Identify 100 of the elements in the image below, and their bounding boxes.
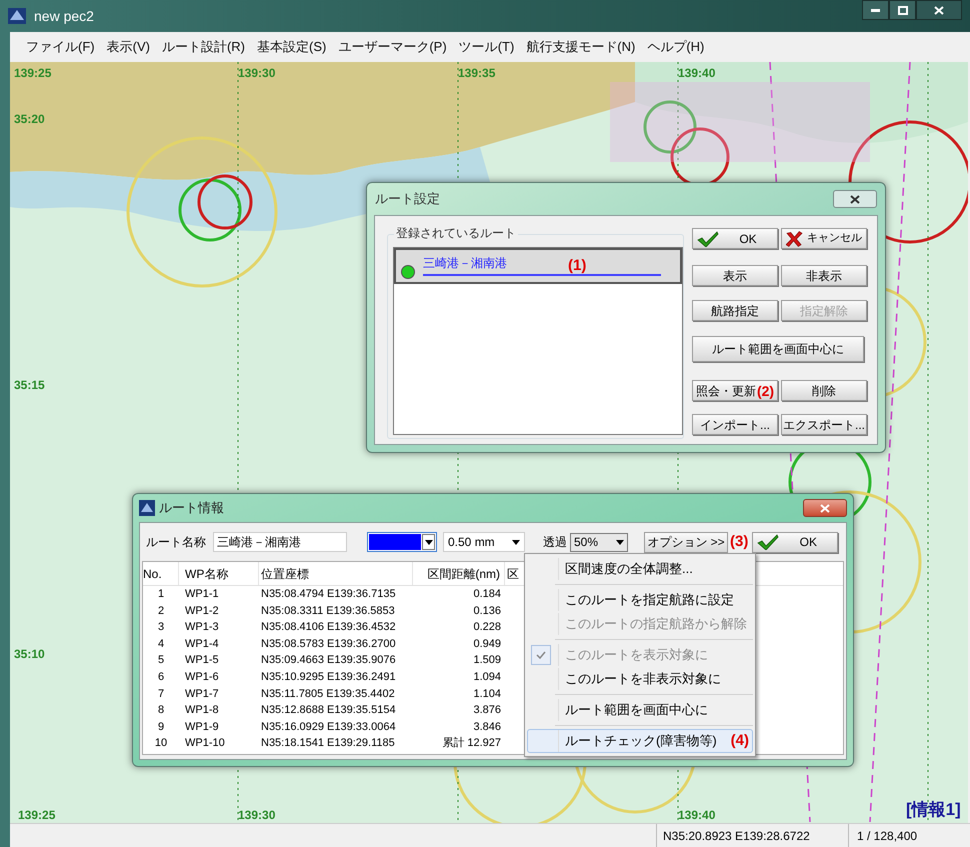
table-cell-text: 0.184 — [472, 587, 502, 602]
column-header[interactable]: No. — [143, 562, 179, 585]
scale-readout: 1 / 128,400 — [848, 824, 958, 847]
menu-item[interactable]: ルートチェック(障害物等) (4) — [527, 729, 753, 753]
minimize-icon — [871, 8, 880, 12]
annotation: (2) — [756, 382, 774, 398]
menu-item-label: 区間速度の全体調整... — [565, 560, 693, 578]
check-icon — [757, 534, 780, 550]
table-cell-text: WP1-4 — [184, 636, 220, 652]
menu-item[interactable]: ファイル(F) — [20, 37, 101, 57]
menu-item[interactable]: 基本設定(S) — [251, 37, 332, 57]
caret-icon — [512, 540, 520, 544]
menu-item[interactable]: 区間速度の全体調整... — [527, 557, 753, 581]
table-cell-text: 3.876 — [472, 703, 502, 718]
table-cell-text: 0.228 — [472, 620, 502, 636]
dialog-button[interactable]: 表示 — [692, 265, 778, 286]
annotation: (4) — [730, 730, 750, 751]
menu-item[interactable]: ツール(T) — [452, 37, 520, 57]
route-name: 三崎港－湘南港 — [423, 255, 507, 272]
dialog-button[interactable]: インポート... — [692, 414, 778, 435]
menu-item[interactable]: このルートを非表示対象に — [527, 667, 753, 691]
grid-label: 35:15 — [14, 377, 45, 394]
menu-item[interactable]: このルートを指定航路に設定 — [527, 588, 753, 612]
table-cell-text: WP1-3 — [184, 620, 220, 636]
table-cell-text: N35:09.4663 E139:35.9076 — [260, 653, 397, 668]
grid-label: 35:10 — [14, 646, 45, 663]
table-cell-text: 2 — [156, 604, 166, 619]
menu-item[interactable]: ルート設計(R) — [156, 37, 251, 57]
dialog-button[interactable]: 航路指定 — [692, 300, 778, 321]
field-label: ルート名称 — [146, 534, 206, 551]
route-name-field[interactable]: 三崎港－湘南港 — [213, 532, 347, 552]
table-cell-text: WP1-7 — [184, 686, 220, 702]
cross-icon — [786, 230, 803, 246]
menu-item[interactable]: ヘルプ(H) — [641, 37, 710, 57]
maximize-icon — [898, 6, 908, 14]
position-readout: N35:20.8923 E139:28.6722 — [656, 824, 848, 847]
dialog-button[interactable]: 削除 — [781, 380, 867, 401]
ok-button[interactable]: OK — [752, 532, 838, 552]
dialog-button[interactable]: 照会・更新(2) — [692, 380, 778, 401]
table-cell-text: WP1-5 — [184, 653, 220, 668]
dialog-title: ルート設定 — [375, 190, 440, 208]
close-icon — [850, 194, 860, 204]
dialog-button[interactable]: ルート範囲を画面中心に — [692, 336, 864, 362]
options-button[interactable]: オプション >> — [644, 532, 728, 552]
route-list-item[interactable]: 三崎港－湘南港 (1) — [394, 248, 682, 284]
table-cell-text: N35:10.9295 E139:36.2491 — [260, 670, 397, 686]
column-header[interactable]: WP名称 — [179, 562, 259, 585]
ok-button[interactable]: OK — [692, 228, 778, 249]
table-cell-text: 9 — [156, 720, 166, 735]
menu-item[interactable]: ルート範囲を画面中心に — [527, 698, 753, 722]
table-cell-text: N35:18.1541 E139:29.1185 — [260, 736, 396, 752]
menu-item-label: このルートを表示対象に — [565, 646, 708, 664]
table-cell-text: 10 — [154, 736, 168, 752]
transparency-dropdown[interactable]: 50% — [570, 532, 628, 552]
table-cell-text: N35:08.5783 E139:36.2700 — [260, 636, 397, 652]
table-cell-text: 1.509 — [472, 653, 502, 668]
grid-label: 139:25 — [14, 65, 52, 82]
close-button[interactable] — [833, 190, 877, 208]
menu-item[interactable]: 航行支援モード(N) — [520, 37, 642, 57]
menu-item-label: このルートを非表示対象に — [565, 670, 721, 688]
grid-label: 139:25 — [18, 807, 56, 823]
table-cell-text: 6 — [156, 670, 166, 686]
close-button[interactable] — [916, 0, 962, 20]
column-header[interactable]: 区間距離(nm) — [413, 562, 505, 585]
route-line-icon — [423, 274, 661, 277]
table-cell-text: N35:08.3311 E139:36.5853 — [260, 604, 396, 619]
table-cell-text: WP1-9 — [184, 720, 220, 735]
close-icon — [820, 504, 830, 512]
table-cell-text: WP1-1 — [184, 587, 220, 602]
column-header[interactable]: 位置座標 — [259, 562, 413, 585]
grid-label: 35:20 — [14, 111, 45, 128]
table-cell-text: 3 — [156, 620, 166, 636]
table-cell-text: 1.104 — [472, 686, 502, 702]
table-cell-text: WP1-8 — [184, 703, 220, 718]
maximize-button[interactable] — [889, 0, 916, 20]
minimize-button[interactable] — [862, 0, 889, 20]
group-label: 登録されているルート — [394, 224, 518, 242]
menu-item[interactable]: ユーザーマーク(P) — [332, 37, 453, 57]
color-dropdown[interactable] — [367, 532, 437, 552]
table-cell-text: N35:11.7805 E139:35.4402 — [260, 686, 396, 702]
close-button[interactable] — [803, 499, 847, 517]
width-dropdown[interactable]: 0.50 mm — [443, 532, 525, 552]
table-cell-text: 5 — [156, 653, 166, 668]
menu-item-label: このルートの指定航路から解除 — [565, 615, 747, 634]
table-cell-text: 1 — [156, 587, 166, 602]
window-title: new pec2 — [34, 6, 94, 26]
table-cell-text: 累計 12.927 — [441, 736, 502, 752]
table-cell-text: N35:16.0929 E139:33.0064 — [260, 720, 397, 735]
color-swatch — [369, 534, 421, 550]
dialog-button[interactable]: 非表示 — [781, 265, 867, 286]
menu-item-label: ルートチェック(障害物等) — [565, 732, 717, 750]
menu-item-label: このルートを指定航路に設定 — [565, 591, 734, 610]
table-cell-text: 0.136 — [472, 604, 502, 619]
app-icon — [139, 500, 155, 516]
caret-icon — [424, 540, 432, 544]
cancel-button[interactable]: キャンセル — [781, 228, 867, 249]
grid-label: 139:35 — [458, 65, 496, 82]
menu-item[interactable]: 表示(V) — [100, 37, 156, 57]
caret-icon — [616, 540, 624, 544]
dialog-button[interactable]: エクスポート... — [781, 414, 867, 435]
